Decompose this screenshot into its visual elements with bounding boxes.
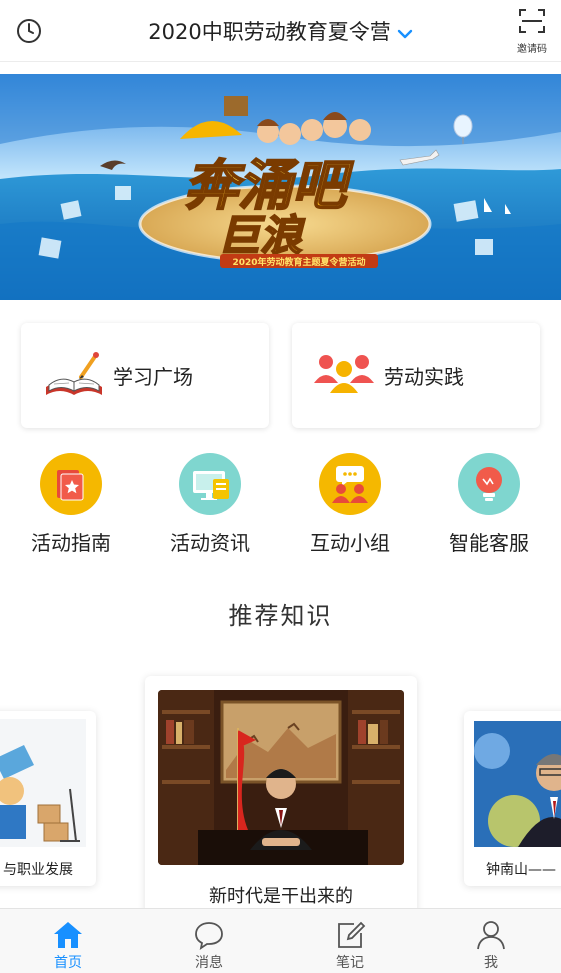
top-header: 2020中职劳动教育夏令营 邀请码 (0, 0, 561, 62)
chat-group-icon (319, 453, 381, 515)
knowledge-card-zhong-nanshan[interactable]: 钟南山—— (464, 711, 561, 886)
activity-news-label: 活动资讯 (170, 531, 250, 555)
note-edit-icon (334, 919, 366, 951)
knowledge-card-new-era[interactable]: 新时代是干出来的 (145, 676, 417, 916)
app-page: 2020中职劳动教育夏令营 邀请码 奔涌吧 巨浪 2020年劳动教育主题夏令营活… (0, 0, 561, 973)
knowledge-card-label: 钟南山—— (486, 862, 556, 878)
tab-home[interactable]: 首页 (28, 919, 108, 972)
knowledge-card-career[interactable]: 与职业发展 (0, 711, 96, 886)
page-title: 2020中职劳动教育夏令营 (148, 20, 391, 44)
guide-book-icon (40, 453, 102, 515)
invite-code-button[interactable]: 邀请码 (515, 8, 549, 55)
learning-square-card[interactable]: 学习广场 (21, 323, 269, 428)
labor-practice-card[interactable]: 劳动实践 (292, 323, 540, 428)
quick-entry-activity-guide[interactable]: 活动指南 (11, 453, 131, 556)
home-icon (52, 919, 84, 951)
activity-guide-label: 活动指南 (31, 531, 111, 555)
quick-entry-activity-news[interactable]: 活动资讯 (150, 453, 270, 556)
tab-me-label: 我 (484, 955, 498, 971)
camp-selector[interactable]: 2020中职劳动教育夏令营 (0, 16, 561, 46)
invite-code-label: 邀请码 (517, 44, 547, 55)
quick-entry-interactive-group[interactable]: 互动小组 (290, 453, 410, 556)
smart-service-label: 智能客服 (449, 531, 529, 555)
user-icon (475, 919, 507, 951)
tab-home-label: 首页 (54, 955, 82, 971)
recommended-knowledge-title: 推荐知识 (228, 602, 333, 630)
message-icon (193, 919, 225, 951)
tab-messages[interactable]: 消息 (169, 919, 249, 972)
interactive-group-label: 互动小组 (310, 531, 390, 555)
knowledge-card-label: 与职业发展 (3, 862, 73, 878)
quick-entry-smart-service[interactable]: 智能客服 (429, 453, 549, 556)
banner-headline-line2: 巨浪 (218, 211, 305, 260)
knowledge-card-image (0, 719, 86, 847)
news-monitor-icon (179, 453, 241, 515)
knowledge-card-label: 新时代是干出来的 (209, 886, 353, 907)
scan-icon (519, 9, 545, 33)
tab-notes[interactable]: 笔记 (310, 919, 390, 972)
knowledge-card-image (158, 690, 404, 865)
banner-headline-line1: 奔涌吧 (184, 154, 354, 217)
tab-messages-label: 消息 (195, 955, 223, 971)
chevron-down-icon (397, 21, 413, 45)
banner-subtitle: 2020年劳动教育主题夏令营活动 (232, 256, 365, 268)
knowledge-card-image (474, 721, 561, 847)
open-book-icon (43, 351, 105, 399)
learning-square-label: 学习广场 (113, 365, 193, 389)
group-people-icon (314, 353, 374, 395)
hero-banner[interactable]: 奔涌吧 巨浪 2020年劳动教育主题夏令营活动 (0, 74, 561, 300)
labor-practice-label: 劳动实践 (384, 365, 464, 389)
lightbulb-icon (458, 453, 520, 515)
bottom-tab-bar: 首页 消息 笔记 我 (0, 908, 561, 973)
tab-notes-label: 笔记 (336, 955, 364, 971)
tab-me[interactable]: 我 (451, 919, 531, 972)
